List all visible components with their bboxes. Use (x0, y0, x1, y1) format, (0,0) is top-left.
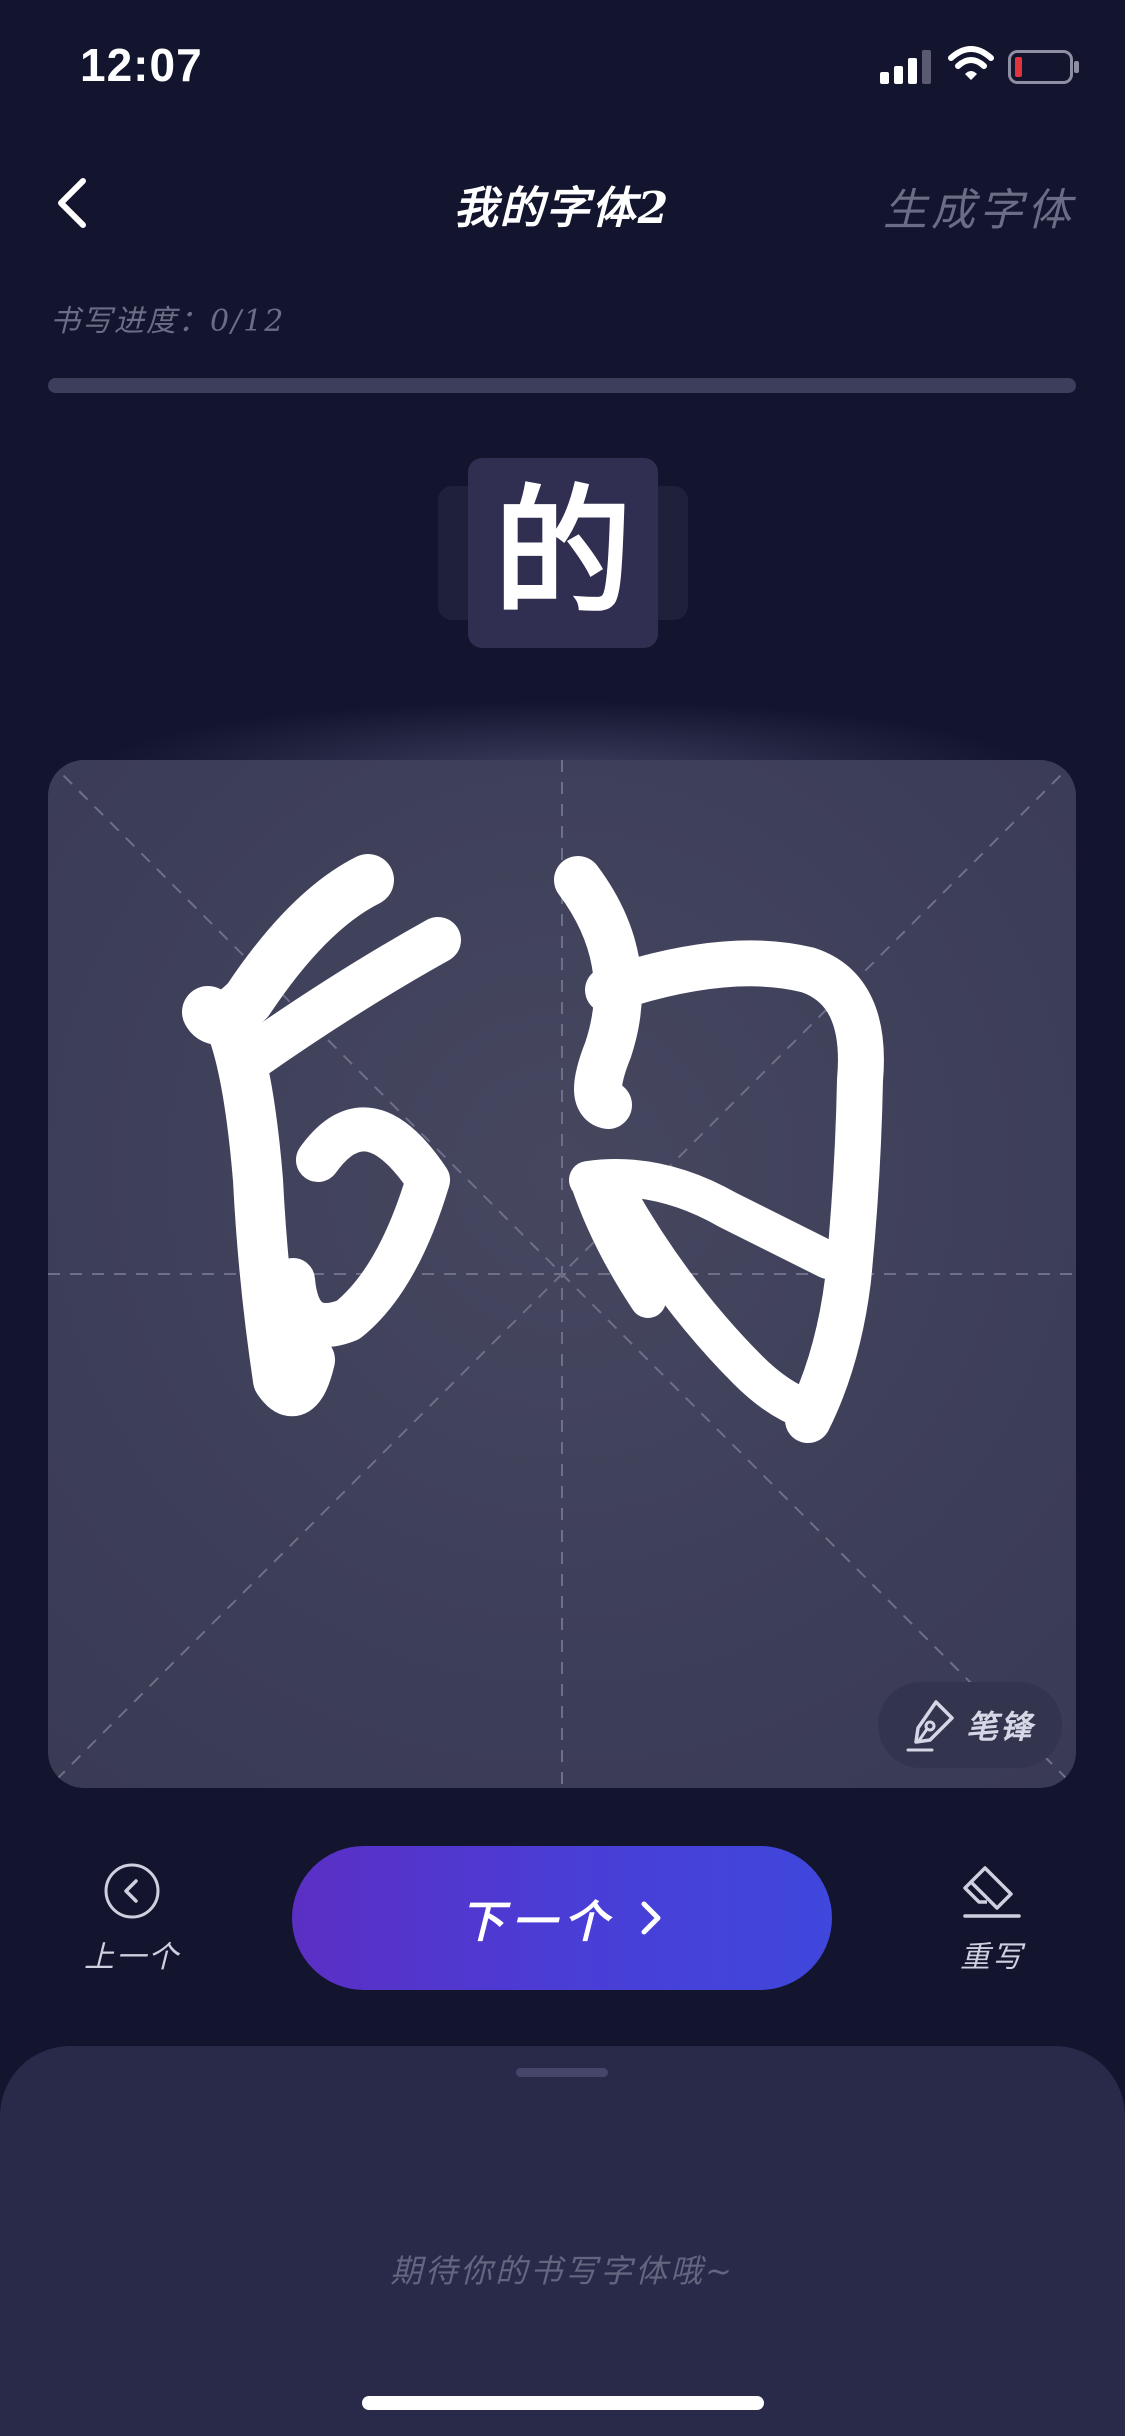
current-character: 的 (468, 458, 658, 648)
sheet-handle[interactable] (516, 2068, 608, 2077)
brush-tip-label: 笔锋 (965, 1708, 1034, 1746)
back-button[interactable] (38, 168, 108, 238)
chevron-left-icon (58, 178, 86, 228)
battery-low-icon (1008, 50, 1079, 84)
chevron-right-icon (641, 1901, 661, 1935)
status-time: 12:07 (80, 39, 203, 91)
next-character-button[interactable]: 下一个 (292, 1846, 832, 1990)
status-bar: 12:07 (0, 0, 1125, 132)
rewrite-label: 重写 (960, 1940, 1024, 1975)
writing-canvas[interactable]: 笔锋 (48, 760, 1076, 1788)
generate-font-button[interactable]: 生成字体 (883, 174, 1075, 238)
chevron-left-circle-icon (104, 1863, 160, 1919)
next-label: 下一个 (460, 1897, 616, 1948)
progress-label: 书写进度：0/12 (50, 304, 286, 339)
sheet-hint: 期待你的书写字体哦~ (390, 2252, 735, 2290)
bottom-sheet: 期待你的书写字体哦~ (0, 2046, 1125, 2436)
screen: 12:07 我的字体2 生成字体 书写进度：0/12 的 笔锋 上一个 下一个 … (0, 0, 1125, 2436)
signal-icon (880, 50, 931, 84)
progress-bar (48, 378, 1076, 393)
previous-character-button[interactable]: 上一个 (70, 1862, 194, 1982)
home-indicator[interactable] (362, 2396, 764, 2410)
wifi-icon (948, 46, 994, 80)
brush-tip-toggle[interactable]: 笔锋 (878, 1682, 1062, 1768)
previous-label: 上一个 (84, 1940, 180, 1975)
pen-nib-icon (906, 1700, 954, 1752)
eraser-icon (963, 1866, 1021, 1918)
page-title: 我的字体2 (453, 183, 671, 234)
rewrite-button[interactable]: 重写 (930, 1862, 1054, 1982)
handwritten-character (182, 854, 884, 1443)
nav-bar: 我的字体2 生成字体 (0, 150, 1125, 254)
